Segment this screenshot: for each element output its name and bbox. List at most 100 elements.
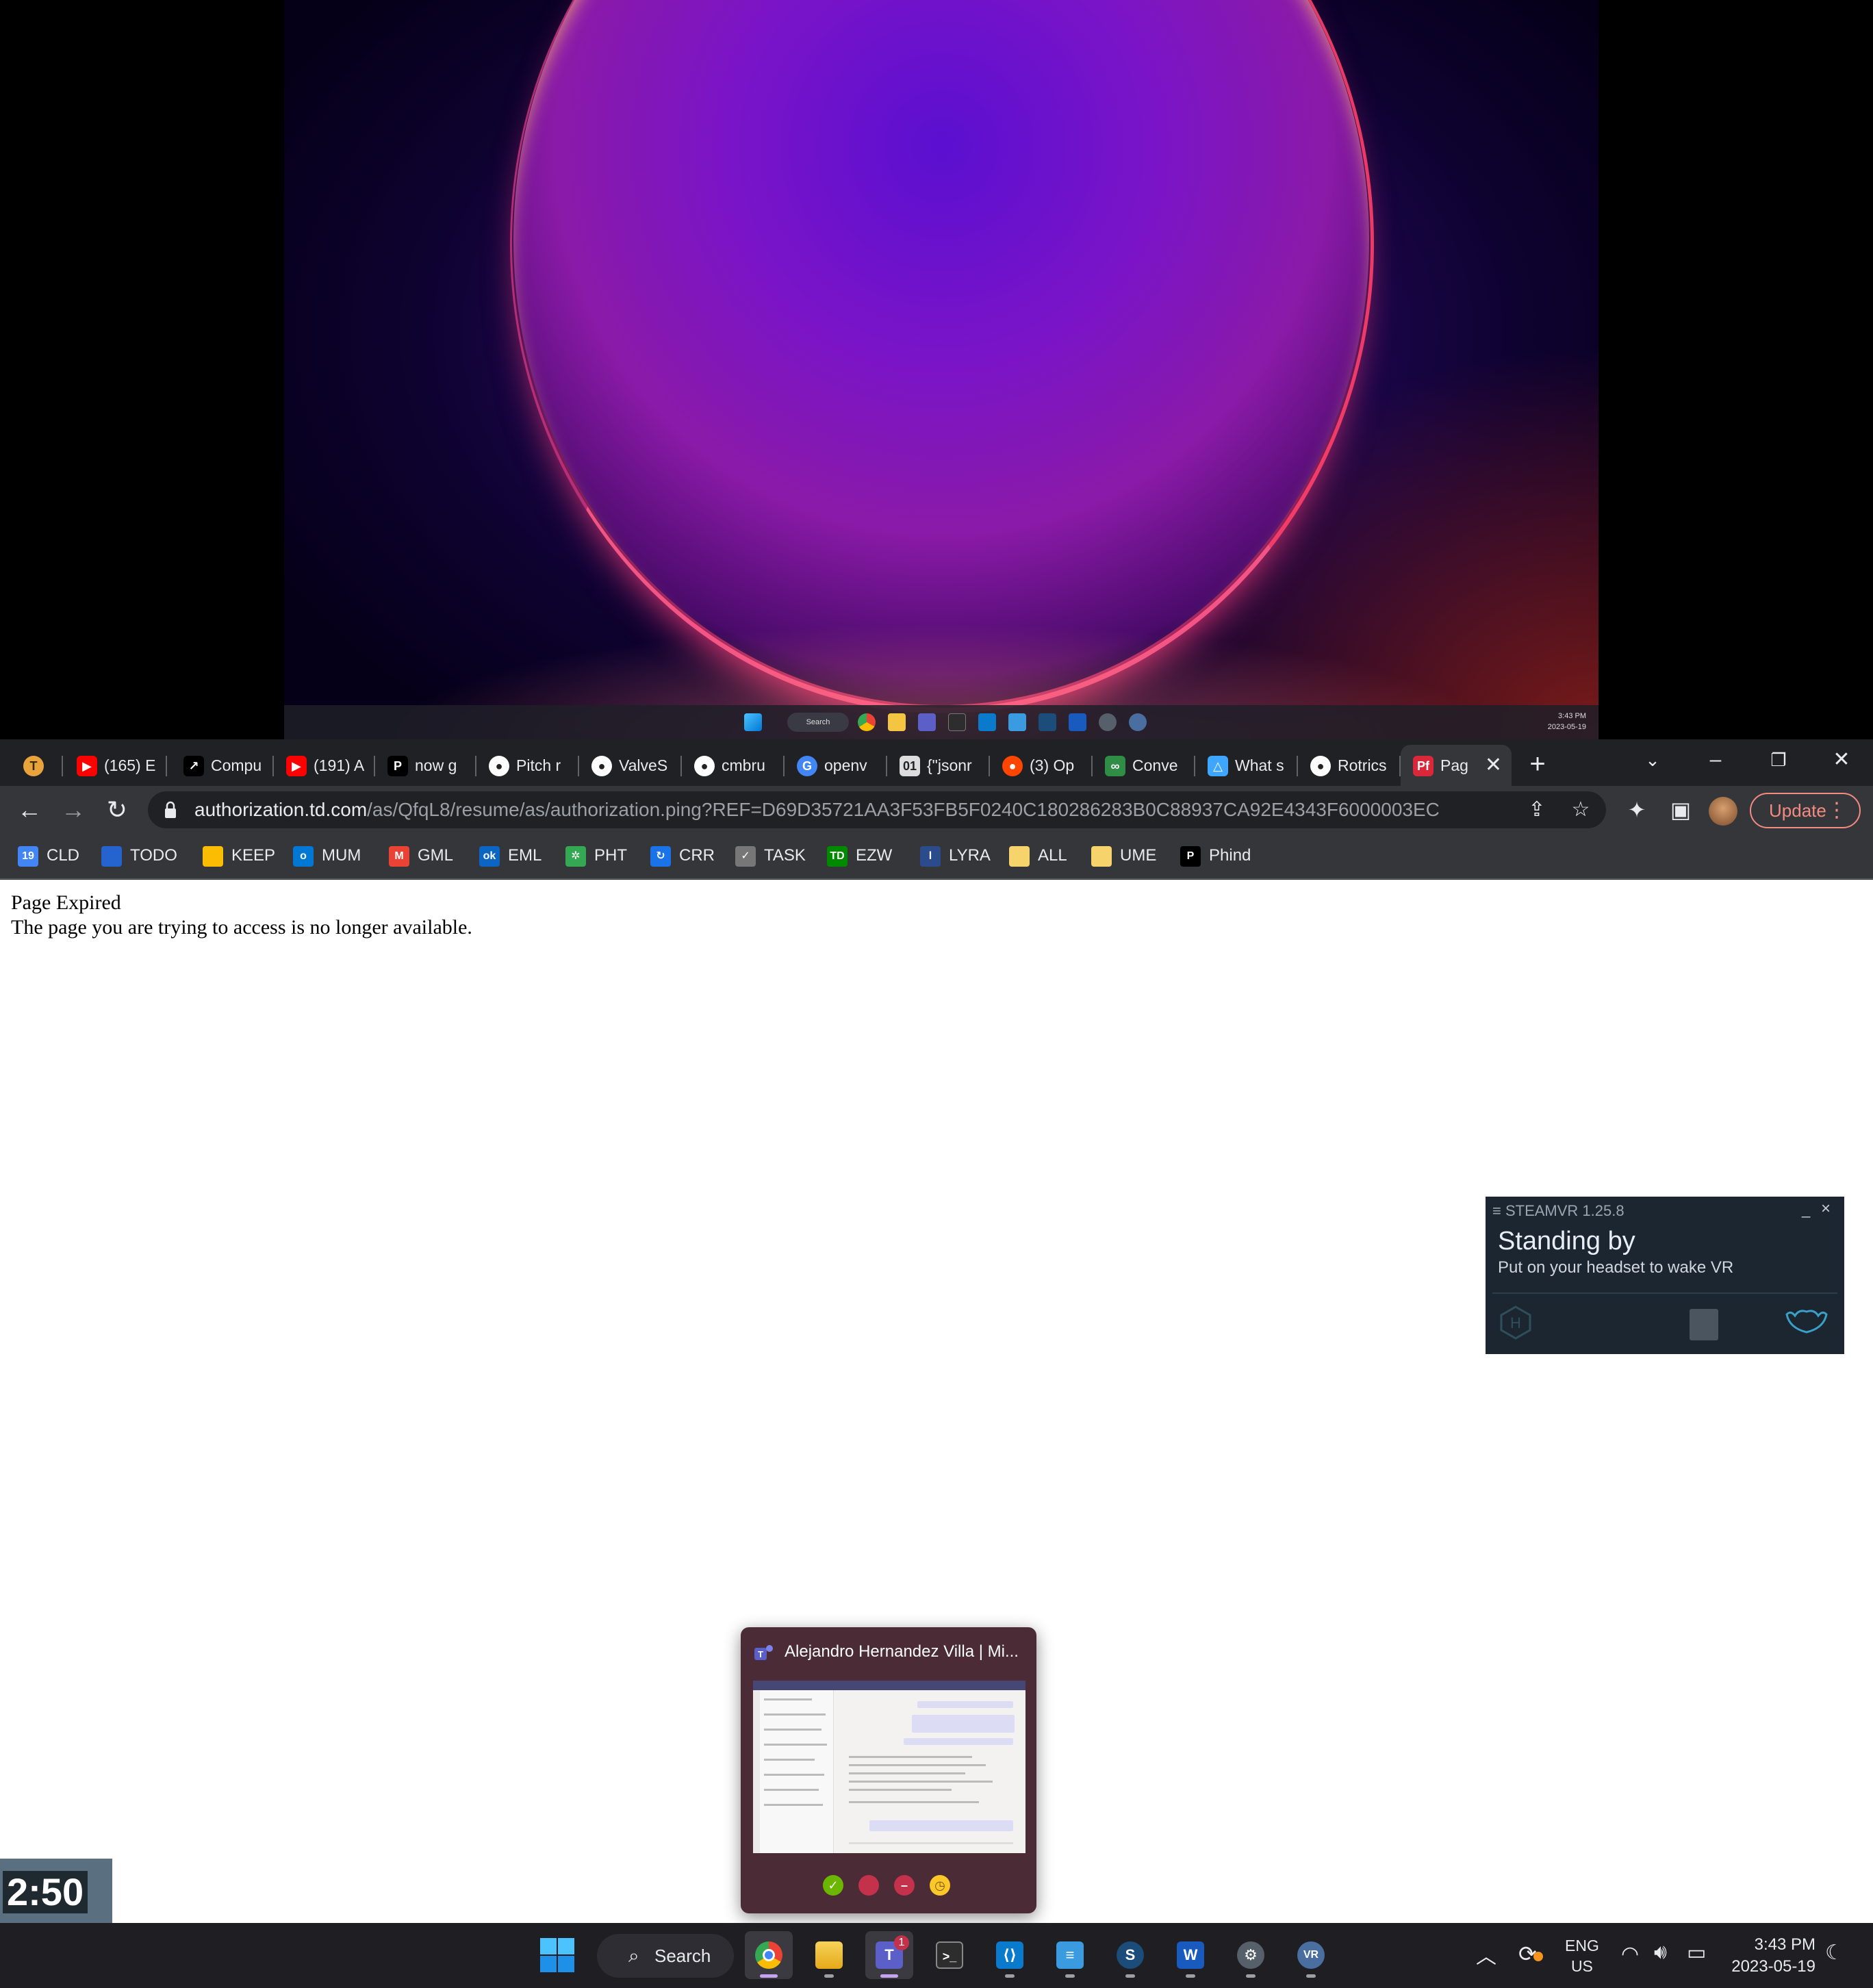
wifi-icon[interactable]: ◠ [1621,1942,1639,1966]
mini-explorer-icon[interactable] [888,713,906,731]
bookmark-pht[interactable]: ✲ PHT [565,842,627,869]
search-icon: ⌕ [628,1945,639,1966]
bookmark-star-icon[interactable]: ☆ [1568,797,1594,823]
close-window-button[interactable]: ✕ [1810,739,1873,780]
tab[interactable]: ● Rotrics [1298,745,1401,786]
extensions-icon[interactable]: ✦ [1621,794,1653,826]
tab[interactable]: Pnow g [375,745,476,786]
away-status-icon[interactable]: ◷ [930,1875,950,1896]
taskbar-settings[interactable]: ⚙ [1227,1931,1275,1979]
steamvr-close-button[interactable]: × [1821,1199,1831,1219]
tab-title: Compu [211,756,262,774]
tab-title: (165) E [104,756,156,774]
tab[interactable]: ● (3) Op [990,745,1093,786]
side-panel-icon[interactable]: ▣ [1665,794,1696,826]
tab[interactable]: T [11,745,63,786]
tab[interactable]: △ What s [1195,745,1298,786]
taskbar-teams[interactable]: T 1 [865,1931,913,1979]
taskbar-steam[interactable]: S [1106,1931,1154,1979]
tab[interactable]: Gopenv [785,745,887,786]
minimize-button[interactable]: – [1684,739,1747,780]
share-icon[interactable]: ⇪ [1524,797,1550,823]
steamvr-minimize-button[interactable]: _ [1802,1201,1810,1219]
base-station-icon[interactable] [1690,1309,1718,1340]
url-text[interactable]: authorization.td.com/as/QfqL8/resume/as/… [194,791,1440,828]
mini-notepad-icon[interactable] [1008,713,1026,731]
mini-steam-icon[interactable] [1039,713,1056,731]
tab[interactable]: ● ValveS [579,745,682,786]
mini-search-box[interactable]: Search [787,713,849,732]
tab[interactable]: ↗ Compu [171,745,274,786]
forward-button[interactable]: → [56,793,90,827]
mini-vscode-icon[interactable] [978,713,996,731]
tab[interactable]: ● cmbru [682,745,785,786]
taskbar-word[interactable]: W [1167,1931,1214,1979]
tab[interactable]: ● Pitch r [476,745,579,786]
teams-preview-title: Alejandro Hernandez Villa | Mi... [785,1642,1019,1661]
taskbar-terminal[interactable]: >_ [926,1931,973,1979]
mini-terminal-icon[interactable] [948,713,966,731]
lock-icon[interactable] [164,801,177,819]
tab[interactable]: ▶ (165) E [64,745,167,786]
busy-status-icon[interactable] [858,1875,879,1896]
mini-chrome-icon[interactable] [858,713,876,731]
taskbar-clock[interactable]: 3:43 PM 2023-05-19 [1731,1934,1815,1978]
taskbar-search[interactable]: ⌕ Search [597,1934,734,1978]
taskbar-file-explorer[interactable] [805,1931,853,1979]
update-button[interactable]: Update ⋮ [1750,793,1861,828]
address-bar[interactable]: authorization.td.com/as/QfqL8/resume/as/… [148,791,1606,828]
mini-vr-icon[interactable] [1129,713,1147,731]
bookmark-crr[interactable]: ↻ CRR [650,842,715,869]
teams-window-preview[interactable]: T Alejandro Hernandez Villa | Mi... ✓ – … [741,1627,1036,1913]
mini-settings-icon[interactable] [1099,713,1117,731]
reload-button[interactable]: ↻ [100,793,134,827]
bookmark-lyra[interactable]: l LYRA [920,842,991,869]
taskbar-chrome[interactable] [745,1931,793,1979]
bookmark-task[interactable]: ✓ TASK [735,842,806,869]
mini-word-icon[interactable] [1069,713,1086,731]
new-tab-button[interactable]: + [1521,749,1554,782]
restore-button[interactable]: ❐ [1747,739,1810,780]
volume-icon[interactable]: 🔊︎ [1654,1941,1667,1964]
headset-icon[interactable]: H [1498,1305,1533,1340]
bookmark-mum[interactable]: o MUM [293,842,361,869]
tab[interactable]: 01 {"jsonr [887,745,990,786]
taskbar-vr[interactable]: VR [1287,1931,1335,1979]
update-status-icon[interactable]: ⟳ [1518,1941,1546,1968]
tab[interactable]: Pf Pag ✕ [1401,745,1512,786]
close-tab-icon[interactable]: ✕ [1485,745,1502,786]
tab-search-button[interactable]: ⌄ [1621,739,1684,780]
language-indicator[interactable]: ENG US [1565,1935,1599,1976]
tray-chevron-up-icon[interactable]: ︿ [1476,1939,1496,1970]
bookmark-todo[interactable]: TODO [101,842,177,869]
profile-avatar[interactable] [1709,797,1737,826]
available-status-icon[interactable]: ✓ [823,1875,843,1896]
tab[interactable]: ▶ (191) A [274,745,375,786]
notifications-icon[interactable]: ☾ [1825,1941,1844,1965]
dnd-status-icon[interactable]: – [894,1875,915,1896]
controller-icon[interactable] [1784,1306,1829,1336]
bookmark-keep[interactable]: KEEP [203,842,275,869]
menu-dots-icon[interactable]: ⋮ [1826,794,1847,827]
steamvr-title[interactable]: ≡ STEAMVR 1.25.8 [1492,1202,1624,1220]
steamvr-widget[interactable]: ≡ STEAMVR 1.25.8 _ × Standing by Put on … [1486,1197,1844,1354]
browser-toolbar: ← → ↻ authorization.td.com/as/QfqL8/resu… [0,786,1873,834]
bookmark-phind[interactable]: P Phind [1180,842,1251,869]
taskbar-vscode[interactable]: ⟨⟩ [986,1931,1034,1979]
back-button[interactable]: ← [12,793,47,827]
notepad-icon: ≡ [1056,1941,1084,1969]
bookmark-ume[interactable]: UME [1091,842,1156,869]
bookmark-ezw[interactable]: TD EZW [827,842,892,869]
teams-preview-thumbnail[interactable] [753,1681,1025,1853]
bookmark-gml[interactable]: M GML [389,842,453,869]
bookmark-cld[interactable]: 19 CLD [18,842,79,869]
todo-icon [101,845,122,867]
bookmark-eml[interactable]: ok EML [479,842,541,869]
battery-icon[interactable]: ▭ [1687,1941,1706,1965]
bookmark-all[interactable]: ALL [1009,842,1067,869]
tab[interactable]: ∞ Conve [1093,745,1195,786]
windows-start-icon[interactable] [539,1937,576,1974]
mini-start-icon[interactable] [744,713,762,731]
taskbar-notepad[interactable]: ≡ [1046,1931,1094,1979]
mini-teams-icon[interactable] [918,713,936,731]
